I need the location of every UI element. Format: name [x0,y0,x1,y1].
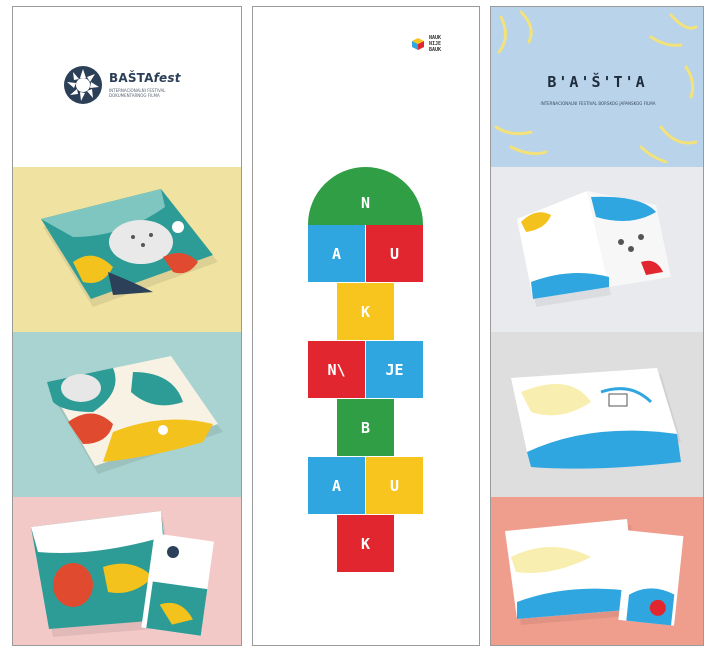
basta-aperture-logo-icon [64,66,102,104]
folded-map-mockup-3 [13,497,241,645]
brochure-mockup-1 [491,167,703,332]
basta-film-panel: B'A'Š'T'A INTERNACIONALNI FESTIVAL BORSK… [490,6,704,646]
basta-fest-wordmark: BAŠTAfest [109,71,181,85]
hopscotch-square-b: B [337,399,394,456]
basta-fest-header: BAŠTAfest INTERNACIONALNI FESTIVAL DOKUM… [13,7,241,167]
logo-line-3: BAUK [429,47,442,53]
hopscotch-square-u: U [366,225,423,282]
folded-map-mockup-2 [13,332,241,497]
basta-fest-subtitle: INTERNACIONALNI FESTIVAL DOKUMENTARNOG F… [109,88,166,98]
nauk-nije-bauk-logo: NAUK NIJE BAUK [411,33,459,57]
basta-fest-logo: BAŠTAfest INTERNACIONALNI FESTIVAL DOKUM… [63,65,183,105]
hopscotch-arch-n: N [308,167,423,225]
basta-film-title: B'A'Š'T'A [547,73,647,91]
hopscotch-square-ni: N\ [308,341,365,398]
hopscotch-square-a: A [308,225,365,282]
folded-map-mockup-1 [13,167,241,332]
basta-fest-panel: BAŠTAfest INTERNACIONALNI FESTIVAL DOKUM… [12,6,242,646]
hopscotch-square-a2: A [308,457,365,514]
nauk-nije-bauk-panel: NAUK NIJE BAUK N A U K N\ JE B A U K [252,6,480,646]
basta-film-subtitle: INTERNACIONALNI FESTIVAL BORSKOG JAPANSK… [540,101,656,106]
brochure-mockup-3 [491,497,703,645]
brochure-mockup-2 [491,332,703,497]
cube-logo-icon [412,38,424,50]
basta-film-header: B'A'Š'T'A INTERNACIONALNI FESTIVAL BORSK… [491,7,703,167]
hopscotch-square-k2: K [337,515,394,572]
hopscotch-square-k: K [337,283,394,340]
hopscotch-square-je: JE [366,341,423,398]
hopscotch-square-u2: U [366,457,423,514]
